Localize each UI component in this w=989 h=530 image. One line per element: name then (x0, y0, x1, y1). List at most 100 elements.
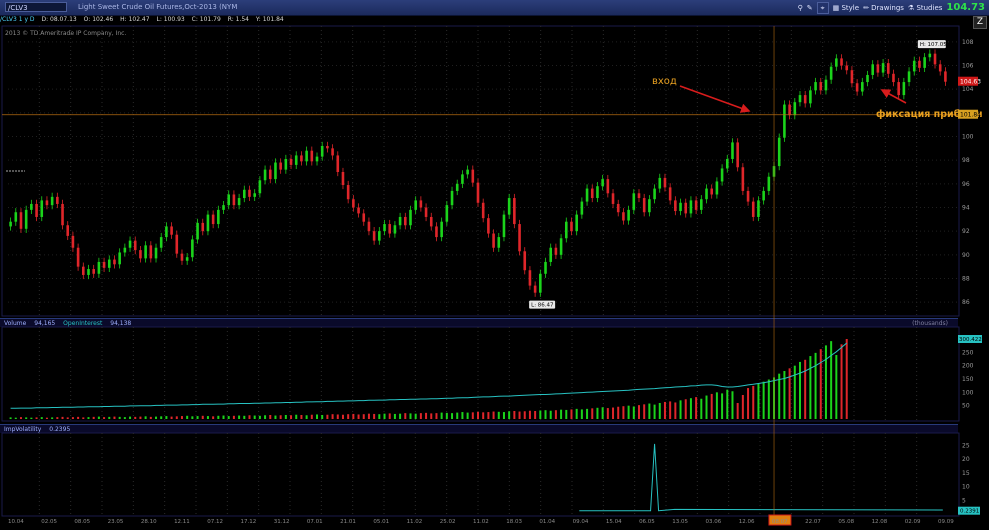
volume-bar (222, 415, 225, 419)
price-tick-label: 106 (962, 63, 974, 70)
volume-bar (97, 416, 100, 419)
candle-body (398, 216, 402, 226)
zoom-icon[interactable]: ⚲ (798, 4, 803, 12)
volume-bar (757, 383, 760, 419)
candle-body (590, 188, 594, 199)
candle-body (923, 57, 926, 68)
candle-body (149, 245, 153, 259)
volume-bar (373, 413, 376, 419)
time-tick-label: 28.10 (141, 519, 157, 525)
candle-body (196, 222, 199, 240)
candle-body (616, 203, 620, 213)
candle-body (886, 63, 890, 74)
volume-bar (19, 417, 22, 419)
candle-body (912, 60, 916, 72)
candle-body (352, 199, 355, 208)
candle-body (513, 198, 516, 225)
volume-bar (575, 408, 578, 419)
crosshair-toggle[interactable]: ⌖ (816, 1, 829, 14)
candle-body (450, 190, 454, 206)
volume-bar (627, 405, 630, 419)
volume-panel-header: Volume 94,165 OpenInterest 94,138 (thous… (0, 318, 958, 327)
volume-bar (40, 417, 43, 419)
volume-bar (258, 415, 261, 419)
volume-bar (175, 416, 178, 419)
volume-bar (253, 415, 256, 419)
guide-price-label: 101.84 (960, 112, 981, 119)
volume-bar (336, 414, 339, 419)
candle-body (767, 176, 771, 191)
drawings-label: Drawings (871, 3, 904, 12)
volume-bar (212, 416, 215, 419)
volume-bar (736, 403, 739, 419)
candle-body (627, 209, 630, 221)
price-tick-label: 96 (962, 181, 970, 188)
volume-bar (845, 339, 848, 419)
volume-bar (14, 417, 17, 419)
symbol-input[interactable]: /CLV3 (5, 2, 67, 12)
price-grid (1, 25, 960, 517)
guide-price-marker (958, 109, 978, 119)
time-tick-label: 09.04 (573, 519, 589, 525)
volume-units: (thousands) (912, 320, 948, 327)
range-value: R: 1.54 (227, 16, 249, 23)
volume-bar (440, 412, 443, 419)
last-price: 104.73 (946, 2, 985, 13)
volume-bar (549, 410, 552, 419)
candle-body (403, 216, 407, 226)
candle-body (596, 186, 599, 199)
z-button[interactable]: Z (973, 16, 987, 29)
candle-body (653, 188, 656, 200)
candle-body (97, 261, 101, 274)
volume-current-marker (958, 335, 982, 343)
volume-bar (663, 401, 666, 419)
candle-body (35, 203, 38, 217)
volume-bar (352, 413, 355, 419)
candle-body (840, 58, 843, 66)
volume-bar (596, 407, 599, 419)
candle-body (481, 202, 485, 219)
copyright: 2013 © TD Ameritrade IP Company, Inc. (5, 30, 127, 37)
candle-body (107, 259, 111, 268)
volume-bar (186, 415, 189, 419)
candle-body (263, 169, 267, 181)
candle-body (533, 285, 537, 293)
volume-bar (778, 373, 781, 419)
candle-body (66, 225, 70, 236)
volume-bar (830, 341, 833, 419)
style-button[interactable]: ▦ Style (833, 4, 859, 12)
low-label-box (529, 300, 556, 309)
time-tick-label: 11.02 (407, 519, 423, 525)
volume-bar (752, 385, 755, 419)
volume-bar (762, 381, 765, 419)
candle-body (637, 193, 641, 199)
candle-body (876, 64, 880, 73)
chart-canvas[interactable]: H: 107.05 L: 86.47 вход фиксация прибыли 10… (0, 0, 989, 530)
price-tick-label: 86 (962, 299, 970, 306)
price-tick-label: 88 (962, 276, 970, 283)
candle-body (544, 261, 547, 274)
candle-body (725, 158, 729, 169)
volume-bar (227, 416, 230, 419)
studies-button[interactable]: ⚗ Studies (908, 4, 942, 12)
volume-bar (388, 413, 391, 419)
volume-bar (357, 414, 360, 419)
volume-bar (316, 414, 319, 419)
volume-bar (56, 417, 59, 419)
volume-bar (123, 417, 126, 419)
candle-body (19, 212, 23, 229)
drawing-tool-icon[interactable]: ✎ (807, 4, 813, 12)
studies-label: Studies (916, 3, 943, 12)
candle-body (341, 172, 345, 186)
volume-tick-label: 200 (962, 363, 974, 370)
candle-body (466, 169, 469, 175)
volume-bar (232, 415, 235, 419)
volume-bar (201, 415, 204, 419)
drawings-button[interactable]: ✏ Drawings (863, 4, 904, 12)
candle-body (372, 231, 376, 241)
candle-body (694, 200, 698, 210)
candle-body (367, 221, 371, 232)
high-label: H: 107.05 (920, 42, 947, 48)
candle-body (710, 188, 714, 195)
current-price-marker (958, 76, 978, 86)
